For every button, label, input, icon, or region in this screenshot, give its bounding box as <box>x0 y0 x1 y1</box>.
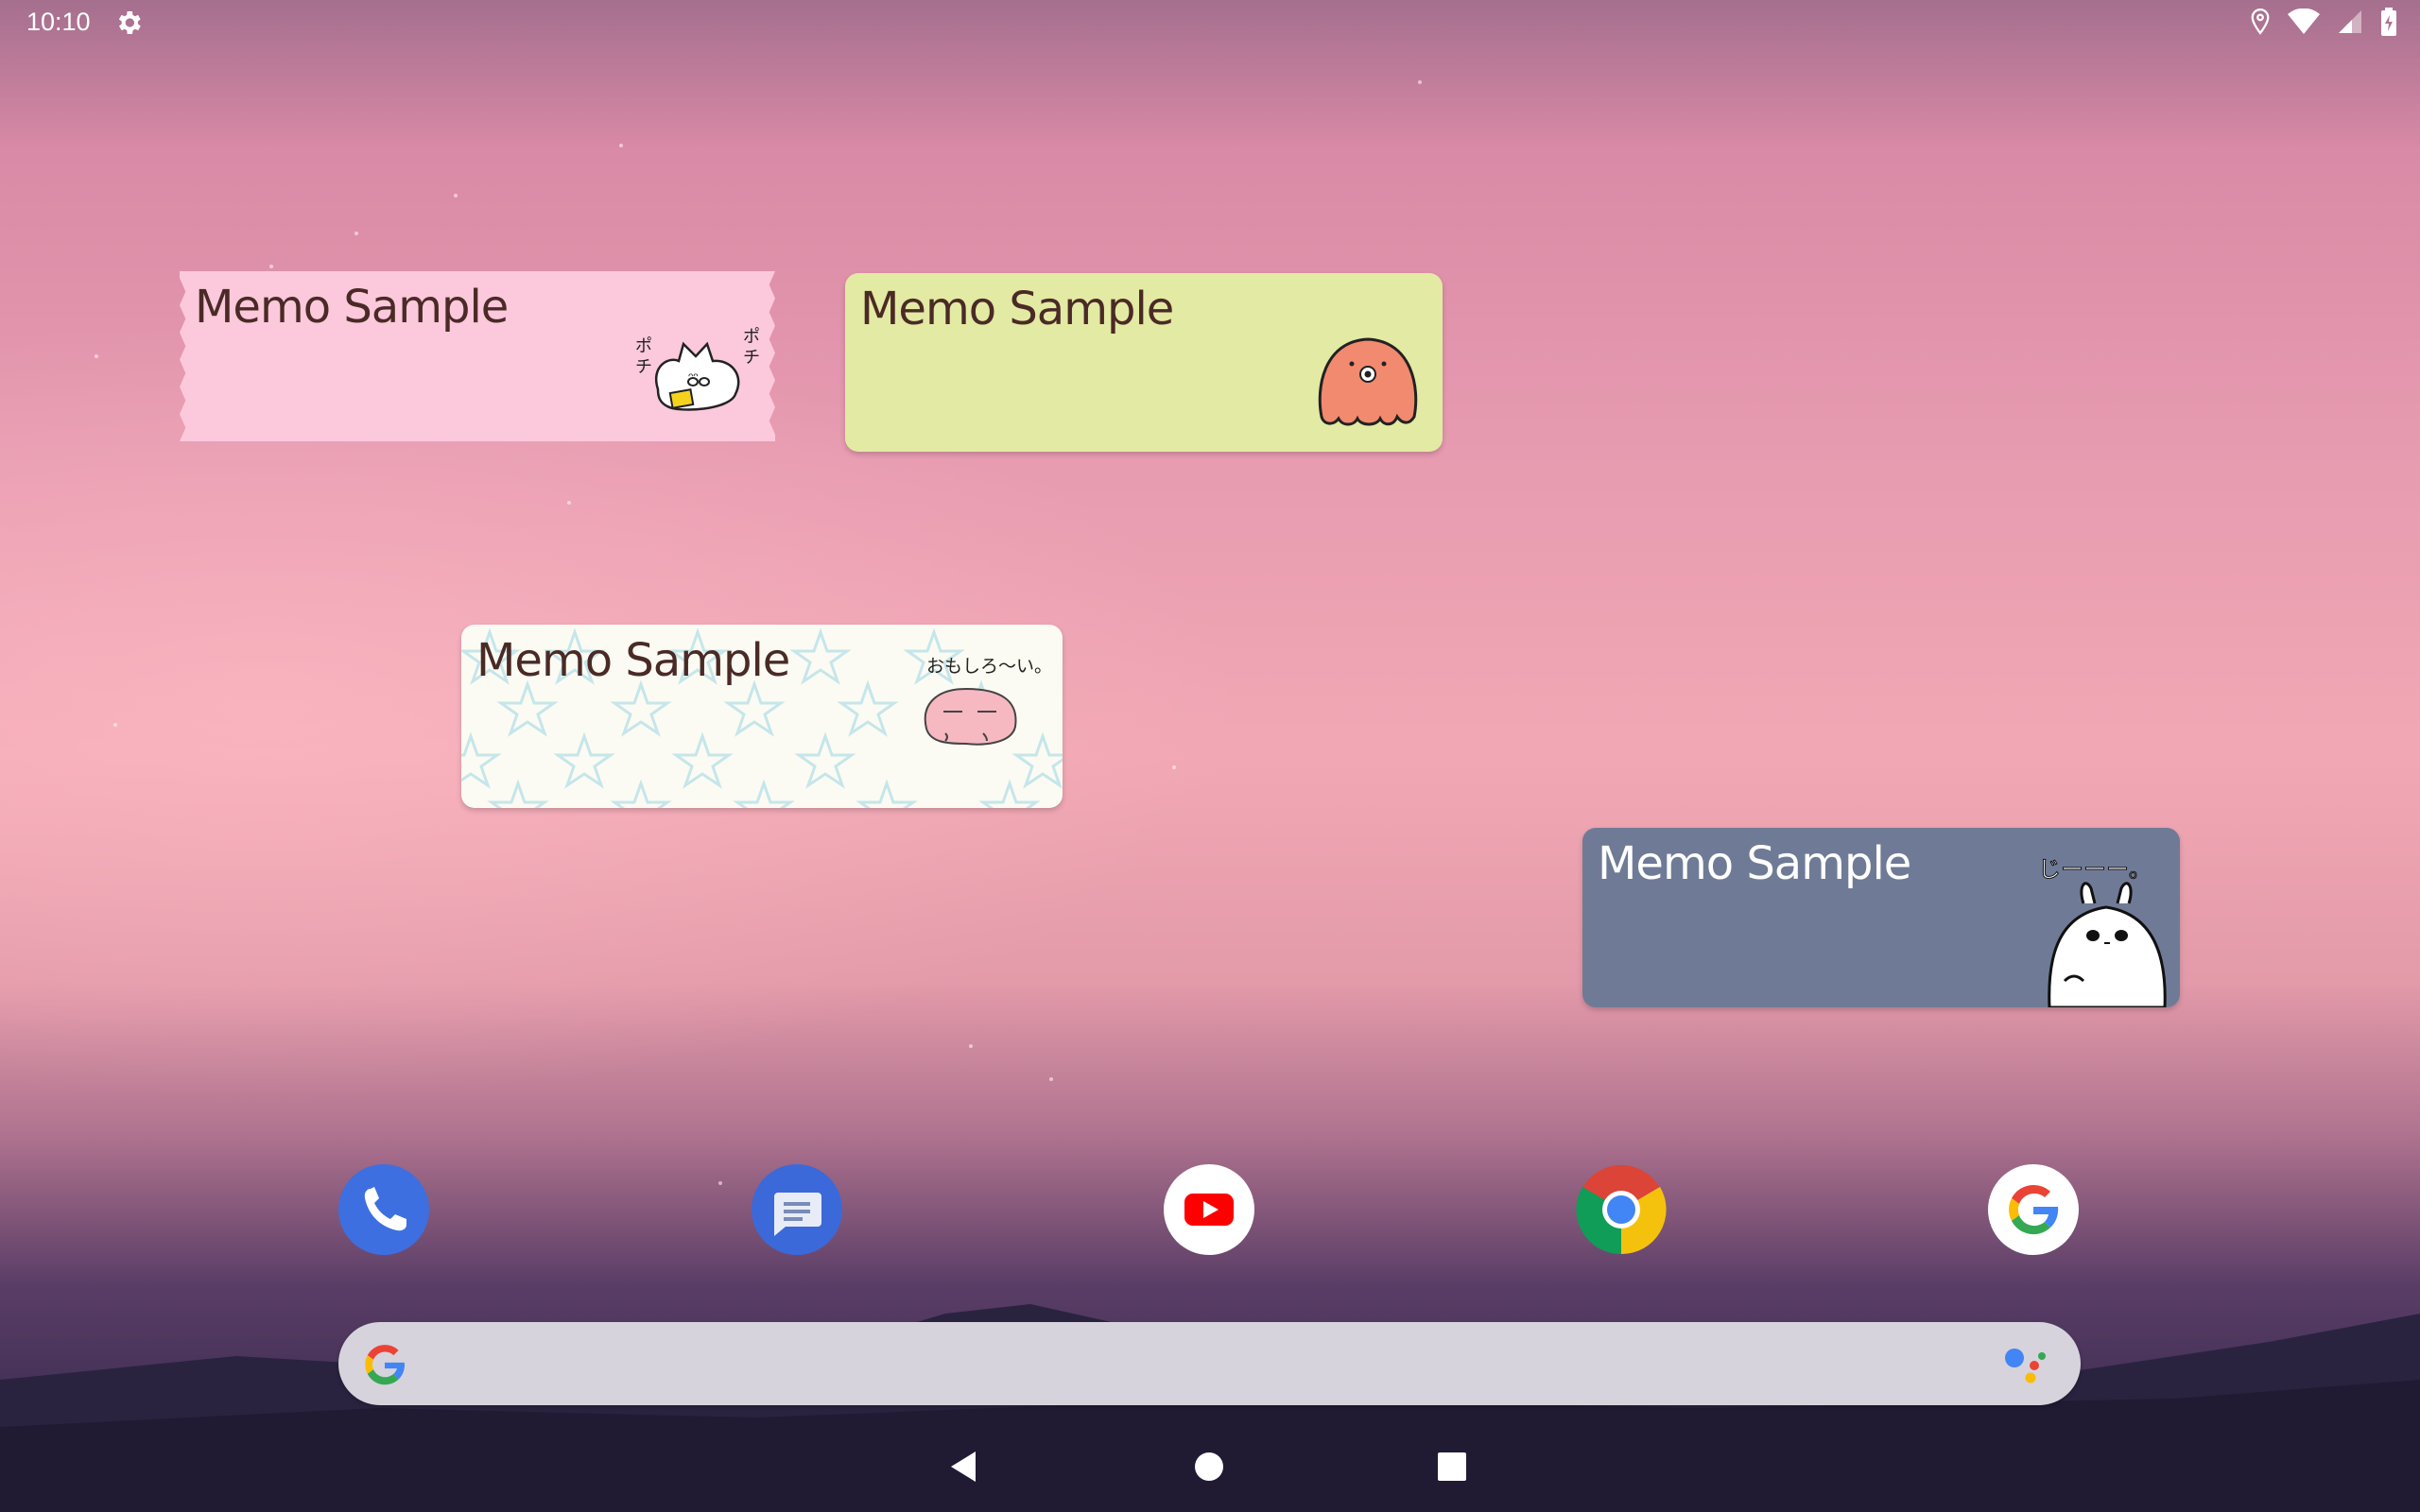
back-button[interactable] <box>945 1446 987 1487</box>
settings-gear-icon <box>118 11 141 34</box>
phone-icon <box>364 1187 406 1231</box>
memo-widget[interactable]: Memo Sample じーーー。 <box>1582 828 2180 1007</box>
chrome-app-button[interactable] <box>1576 1164 1667 1255</box>
wifi-icon <box>2288 9 2320 34</box>
memo-title: Memo Sample <box>1598 837 1911 890</box>
phone-app-button[interactable] <box>338 1164 429 1255</box>
google-search-bar[interactable] <box>338 1322 2081 1405</box>
status-icons <box>2250 8 2397 36</box>
cat-sticker-icon: ポ チ ポ チ ᵔᵔ <box>635 327 760 411</box>
octopus-sticker-icon <box>1318 337 1418 426</box>
axolotl-sticker-icon: おもしろ〜い。 <box>924 656 1052 746</box>
status-time: 10:10 <box>26 8 91 36</box>
svg-text:おもしろ〜い。: おもしろ〜い。 <box>926 656 1052 677</box>
memo-widget[interactable]: Memo Sample <box>845 273 1443 452</box>
google-assistant-icon[interactable] <box>2003 1347 2048 1384</box>
status-bar: 10:10 <box>0 0 2420 45</box>
google-icon <box>2009 1184 2059 1235</box>
youtube-icon <box>1184 1194 1234 1226</box>
memo-widget[interactable]: Memo Sample おもしろ〜い。 <box>461 625 1063 808</box>
location-icon <box>2251 9 2270 35</box>
svg-text:チ: チ <box>743 348 760 367</box>
svg-text:チ: チ <box>635 357 652 376</box>
messages-icon <box>774 1193 821 1236</box>
svg-text:じーーー。: じーーー。 <box>2038 856 2152 883</box>
memo-title: Memo Sample <box>860 283 1174 335</box>
svg-text:ポ: ポ <box>743 327 760 346</box>
cell-signal-icon <box>2339 10 2361 33</box>
memo-widget[interactable]: Memo Sample ポ チ ポ チ ᵔᵔ <box>180 271 775 441</box>
svg-text:ポ: ポ <box>635 336 652 355</box>
battery-charging-icon <box>2381 8 2396 36</box>
memo-title: Memo Sample <box>195 281 509 334</box>
memo-title: Memo Sample <box>476 634 790 687</box>
google-app-button[interactable] <box>1988 1164 2079 1255</box>
recents-button[interactable] <box>1431 1446 1473 1487</box>
google-g-icon <box>365 1345 406 1385</box>
youtube-app-button[interactable] <box>1164 1164 1254 1255</box>
home-button[interactable] <box>1188 1446 1230 1487</box>
messages-app-button[interactable] <box>752 1164 842 1255</box>
rabbit-sticker-icon: じーーー。 <box>2038 856 2167 1007</box>
chrome-icon <box>1576 1165 1667 1255</box>
